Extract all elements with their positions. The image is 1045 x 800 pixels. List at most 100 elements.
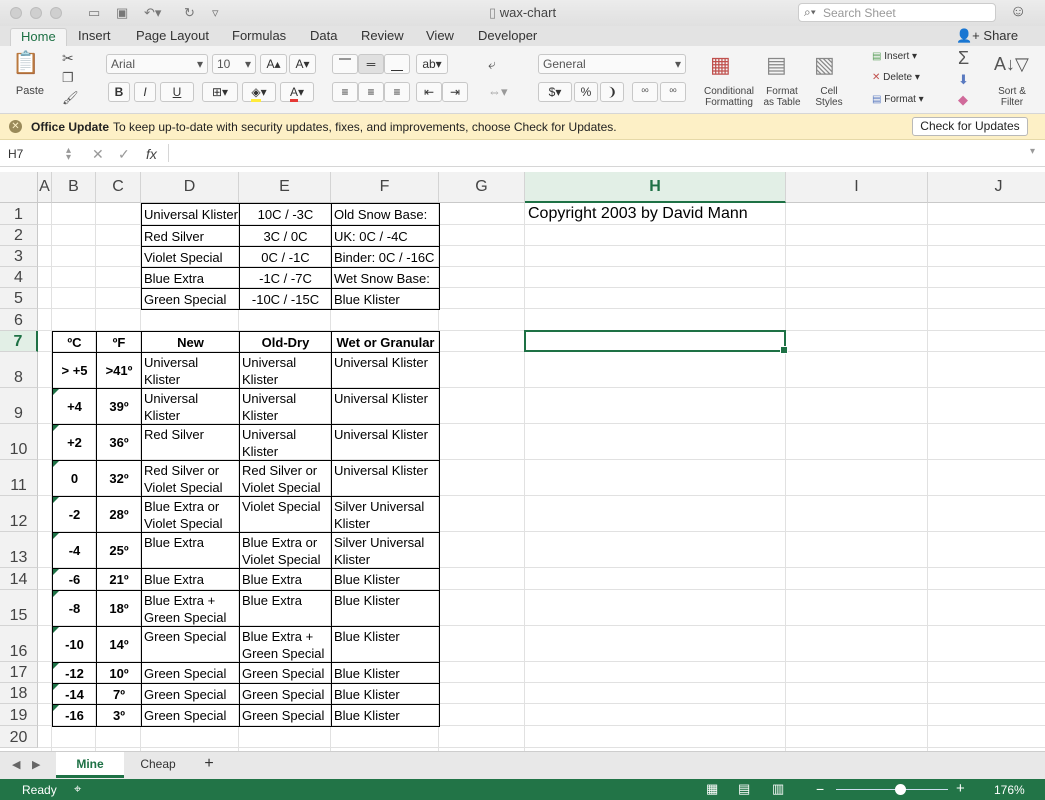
format-as-table-icon[interactable]: ▤ xyxy=(766,52,787,78)
name-box[interactable]: H7 xyxy=(8,147,23,161)
fill-color-button[interactable]: ◈▾ xyxy=(242,82,276,102)
temperature-cell[interactable]: 10º xyxy=(96,662,142,684)
feedback-smiley-icon[interactable]: ☺ xyxy=(1010,3,1026,21)
wax-cell[interactable]: Universal Klister xyxy=(239,388,332,425)
row-header-3[interactable]: 3 xyxy=(0,246,38,267)
wax-range-cell[interactable]: -10C / -15C xyxy=(239,288,332,310)
wax-cell[interactable]: Red Silver or Violet Special xyxy=(239,460,332,497)
wax-cell[interactable]: Blue Klister xyxy=(331,683,440,705)
column-header-d[interactable]: D xyxy=(141,172,239,203)
bold-button[interactable]: B xyxy=(108,82,130,102)
wax-cell[interactable]: Red Silver or Violet Special xyxy=(141,460,240,497)
temperature-cell[interactable]: 18º xyxy=(96,590,142,627)
row-header-5[interactable]: 5 xyxy=(0,288,38,309)
normal-view-icon[interactable]: ▦ xyxy=(706,781,718,797)
temperature-cell[interactable]: 32º xyxy=(96,460,142,497)
sort-filter-icon[interactable]: A↓▽ xyxy=(994,54,1029,75)
column-header-i[interactable]: I xyxy=(786,172,928,203)
wax-cell[interactable]: Silver Universal Klister xyxy=(331,496,440,533)
wax-cell[interactable]: Green Special xyxy=(141,626,240,663)
wax-range-cell[interactable]: 10C / -3C xyxy=(239,203,332,226)
wax-cell[interactable]: Blue Extra or Violet Special xyxy=(141,496,240,533)
wax-cell[interactable]: Blue Extra xyxy=(239,590,332,627)
copyright-text[interactable]: Copyright 2003 by David Mann xyxy=(528,205,828,227)
row-header-14[interactable]: 14 xyxy=(0,568,38,590)
font-color-button[interactable]: A▾ xyxy=(280,82,314,102)
decrease-decimal-button[interactable]: ⁰⁰ xyxy=(660,82,686,102)
wax-cell[interactable]: Silver Universal Klister xyxy=(331,532,440,569)
table-header-cell[interactable]: New xyxy=(141,331,240,353)
expand-formula-icon[interactable]: ▾ xyxy=(1030,146,1035,157)
share-button[interactable]: 👤+ Share xyxy=(956,28,1018,44)
zoom-level[interactable]: 176% xyxy=(994,783,1025,797)
row-header-15[interactable]: 15 xyxy=(0,590,38,626)
orientation-button[interactable]: ab▾ xyxy=(416,54,448,74)
wax-range-cell[interactable]: Blue Extra xyxy=(141,267,240,289)
wax-cell[interactable]: Universal Klister xyxy=(331,460,440,497)
insert-cells-button[interactable]: ▤ Insert ▾ xyxy=(872,51,917,62)
wax-range-cell[interactable]: 0C / -1C xyxy=(239,246,332,268)
currency-button[interactable]: $▾ xyxy=(538,82,572,102)
wax-cell[interactable]: Blue Extra + Green Special xyxy=(239,626,332,663)
name-box-stepper-icon[interactable]: ▴ ▾ xyxy=(66,146,71,163)
check-for-updates-button[interactable]: Check for Updates xyxy=(912,117,1028,136)
zoom-slider-thumb[interactable] xyxy=(895,784,906,795)
zoom-out-button[interactable]: − xyxy=(816,781,824,797)
row-header-2[interactable]: 2 xyxy=(0,225,38,246)
row-header-17[interactable]: 17 xyxy=(0,662,38,683)
table-header-cell[interactable]: Old-Dry xyxy=(239,331,332,353)
worksheet-grid[interactable]: A B C D E F G H I J 1 2 3 4 5 6 7 8 9 10 11 12 13 14 15 16 17 18 19 2… xyxy=(0,172,1045,751)
row-header-4[interactable]: 4 xyxy=(0,267,38,288)
temperature-cell[interactable]: 7º xyxy=(96,683,142,705)
row-header-9[interactable]: 9 xyxy=(0,388,38,424)
formula-input[interactable] xyxy=(176,146,1016,162)
row-header-12[interactable]: 12 xyxy=(0,496,38,532)
zoom-slider-track[interactable] xyxy=(836,789,948,790)
delete-cells-button[interactable]: ✕ Delete ▾ xyxy=(872,72,920,83)
wax-range-cell[interactable]: Blue Klister xyxy=(331,288,440,310)
row-header-7[interactable]: 7 xyxy=(0,331,38,352)
column-header-h[interactable]: H xyxy=(525,172,786,203)
tab-insert[interactable]: Insert xyxy=(68,28,121,46)
column-header-g[interactable]: G xyxy=(439,172,525,203)
conditional-formatting-icon[interactable]: ▦ xyxy=(710,52,731,78)
page-break-view-icon[interactable]: ▥ xyxy=(772,781,784,797)
borders-button[interactable]: ⊞▾ xyxy=(202,82,238,102)
wax-cell[interactable]: Universal Klister xyxy=(141,388,240,425)
paste-icon[interactable]: 📋 xyxy=(12,50,39,76)
temperature-cell[interactable]: 36º xyxy=(96,424,142,461)
wax-cell[interactable]: Green Special xyxy=(141,662,240,684)
increase-font-button[interactable]: A▴ xyxy=(260,54,287,74)
wax-range-cell[interactable]: Binder: 0C / -16C xyxy=(331,246,440,268)
temperature-cell[interactable]: 3º xyxy=(96,704,142,727)
row-header-20[interactable]: 20 xyxy=(0,726,38,748)
macro-record-icon[interactable]: ⌖ xyxy=(74,781,81,797)
column-header-b[interactable]: B xyxy=(52,172,96,203)
number-format-select[interactable]: General ▾ xyxy=(538,54,686,74)
row-header-8[interactable]: 8 xyxy=(0,352,38,388)
wax-cell[interactable]: Green Special xyxy=(239,662,332,684)
wax-cell[interactable]: Blue Klister xyxy=(331,626,440,663)
row-header-16[interactable]: 16 xyxy=(0,626,38,662)
wrap-text-icon[interactable]: ⤶ xyxy=(488,56,496,73)
search-input[interactable]: ⌕▾ Search Sheet xyxy=(798,3,996,22)
temperature-cell[interactable]: 28º xyxy=(96,496,142,533)
temperature-cell[interactable]: > +5 xyxy=(52,352,97,389)
wax-cell[interactable]: Blue Extra + Green Special xyxy=(141,590,240,627)
wax-cell[interactable]: Green Special xyxy=(239,704,332,727)
decrease-font-button[interactable]: A▾ xyxy=(289,54,316,74)
wax-cell[interactable]: Blue Extra or Violet Special xyxy=(239,532,332,569)
font-size-select[interactable]: 10 ▾ xyxy=(212,54,256,74)
table-header-cell[interactable]: ºF xyxy=(96,331,142,353)
wax-range-cell[interactable]: Green Special xyxy=(141,288,240,310)
column-header-a[interactable]: A xyxy=(38,172,52,203)
row-header-1[interactable]: 1 xyxy=(0,203,38,225)
wax-cell[interactable]: Green Special xyxy=(141,704,240,727)
cell-styles-icon[interactable]: ▧ xyxy=(814,52,835,78)
wax-cell[interactable]: Blue Klister xyxy=(331,662,440,684)
wax-cell[interactable]: Universal Klister xyxy=(331,424,440,461)
selected-cell-h7[interactable] xyxy=(524,330,788,354)
wax-cell[interactable]: Universal Klister xyxy=(239,424,332,461)
sheet-tab-cheap[interactable]: Cheap xyxy=(126,752,190,778)
wax-cell[interactable]: Red Silver xyxy=(141,424,240,461)
